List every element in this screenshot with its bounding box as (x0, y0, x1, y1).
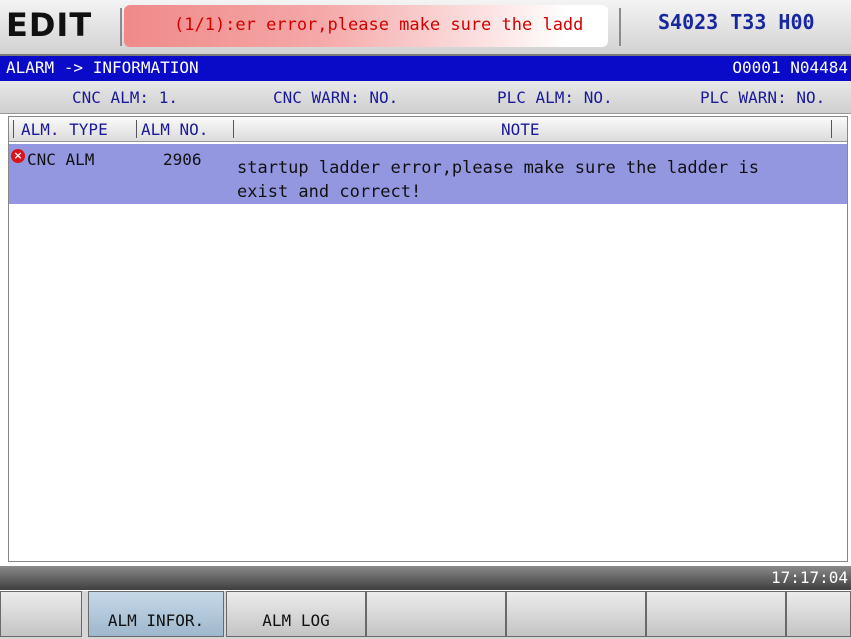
column-note: NOTE (501, 120, 540, 139)
alarm-message-text: (1/1):er error,please make sure the ladd (174, 15, 584, 35)
alarm-note: startup ladder error,please make sure th… (237, 158, 759, 202)
cnc-warning-count: CNC WARN: NO. (273, 88, 399, 107)
program-number: O0001 N04484 (732, 58, 848, 77)
plc-alarm-count: PLC ALM: NO. (497, 88, 613, 107)
column-alm-type: ALM. TYPE (21, 120, 108, 139)
screen-title-bar: ALARM -> INFORMATION O0001 N04484 (0, 56, 851, 81)
column-divider (136, 120, 137, 138)
column-divider (233, 120, 234, 138)
column-divider (13, 120, 14, 138)
screen-path: ALARM -> INFORMATION (6, 58, 199, 77)
softkey-6[interactable] (646, 591, 786, 637)
column-alm-no: ALM NO. (141, 120, 209, 139)
alarm-summary: CNC ALM: 1. CNC WARN: NO. PLC ALM: NO. P… (0, 81, 851, 114)
plc-warning-count: PLC WARN: NO. (700, 88, 826, 107)
clock: 17:17:04 (770, 568, 848, 587)
divider (619, 8, 621, 46)
alarm-list-panel: ALM. TYPE ALM NO. NOTE × CNC ALM 2906 st… (8, 116, 848, 562)
spindle-tool-h-readout: S4023 T33 H00 (658, 10, 815, 34)
mode-indicator: EDIT (6, 6, 93, 44)
softkey-7[interactable] (786, 591, 851, 637)
alarm-number: 2906 (163, 150, 202, 169)
softkey-alm-log[interactable]: ALM LOG (226, 591, 366, 637)
cnc-alarm-count: CNC ALM: 1. (72, 88, 178, 107)
softkey-1[interactable] (0, 591, 82, 637)
alarm-row[interactable]: × CNC ALM 2906 startup ladder error,plea… (9, 144, 847, 204)
softkey-5[interactable] (506, 591, 646, 637)
softkey-bar: ALM INFOR. ALM LOG (0, 591, 851, 639)
softkey-alm-infor[interactable]: ALM INFOR. (88, 591, 224, 637)
status-bar: 17:17:04 (0, 566, 851, 590)
divider (120, 8, 122, 46)
alarm-message-banner: (1/1):er error,please make sure the ladd (124, 5, 608, 47)
alarm-table-header: ALM. TYPE ALM NO. NOTE (9, 117, 847, 142)
alarm-type: CNC ALM (27, 150, 95, 169)
column-divider (831, 120, 832, 138)
error-icon: × (11, 149, 25, 163)
top-status-bar: EDIT (1/1):er error,please make sure the… (0, 0, 851, 56)
softkey-4[interactable] (366, 591, 506, 637)
